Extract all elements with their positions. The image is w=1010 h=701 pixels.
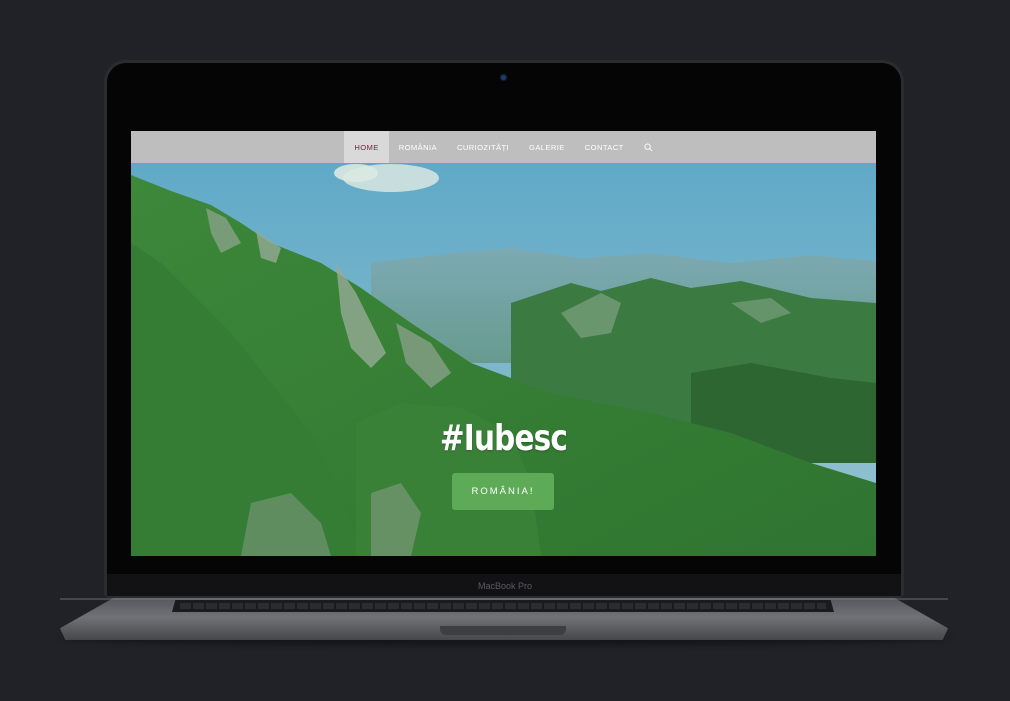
device-brand-label: MacBook Pro xyxy=(477,581,533,591)
search-icon xyxy=(644,142,653,151)
nav-item-romania[interactable]: ROMÂNIA xyxy=(389,131,447,163)
nav-item-galerie[interactable]: GALERIE xyxy=(519,131,575,163)
nav-item-label: CURIOZITĂȚI xyxy=(456,142,510,152)
nav-item-label: GALERIE xyxy=(529,142,565,152)
nav-item-label: HOME xyxy=(354,142,379,152)
camera-icon xyxy=(501,75,506,80)
nav-item-contact[interactable]: CONTACT xyxy=(575,131,634,163)
hero-headline: #Iubesc xyxy=(439,418,568,459)
lid-opening-notch xyxy=(440,626,566,635)
search-button[interactable] xyxy=(634,131,663,163)
hinge-highlight xyxy=(60,598,948,600)
romania-cta-button[interactable]: ROMÂNIA! xyxy=(452,473,554,510)
top-navigation-bar: HOME ROMÂNIA CURIOZITĂȚI GALERIE CONTACT xyxy=(131,131,876,163)
nav-item-home[interactable]: HOME xyxy=(344,131,389,163)
nav-item-label: CONTACT xyxy=(584,142,624,152)
keyboard-keys xyxy=(180,603,826,609)
nav-item-curiozitati[interactable]: CURIOZITĂȚI xyxy=(447,131,519,163)
website-screen: HOME ROMÂNIA CURIOZITĂȚI GALERIE CONTACT… xyxy=(131,131,876,556)
nav-item-label: ROMÂNIA xyxy=(398,142,437,152)
